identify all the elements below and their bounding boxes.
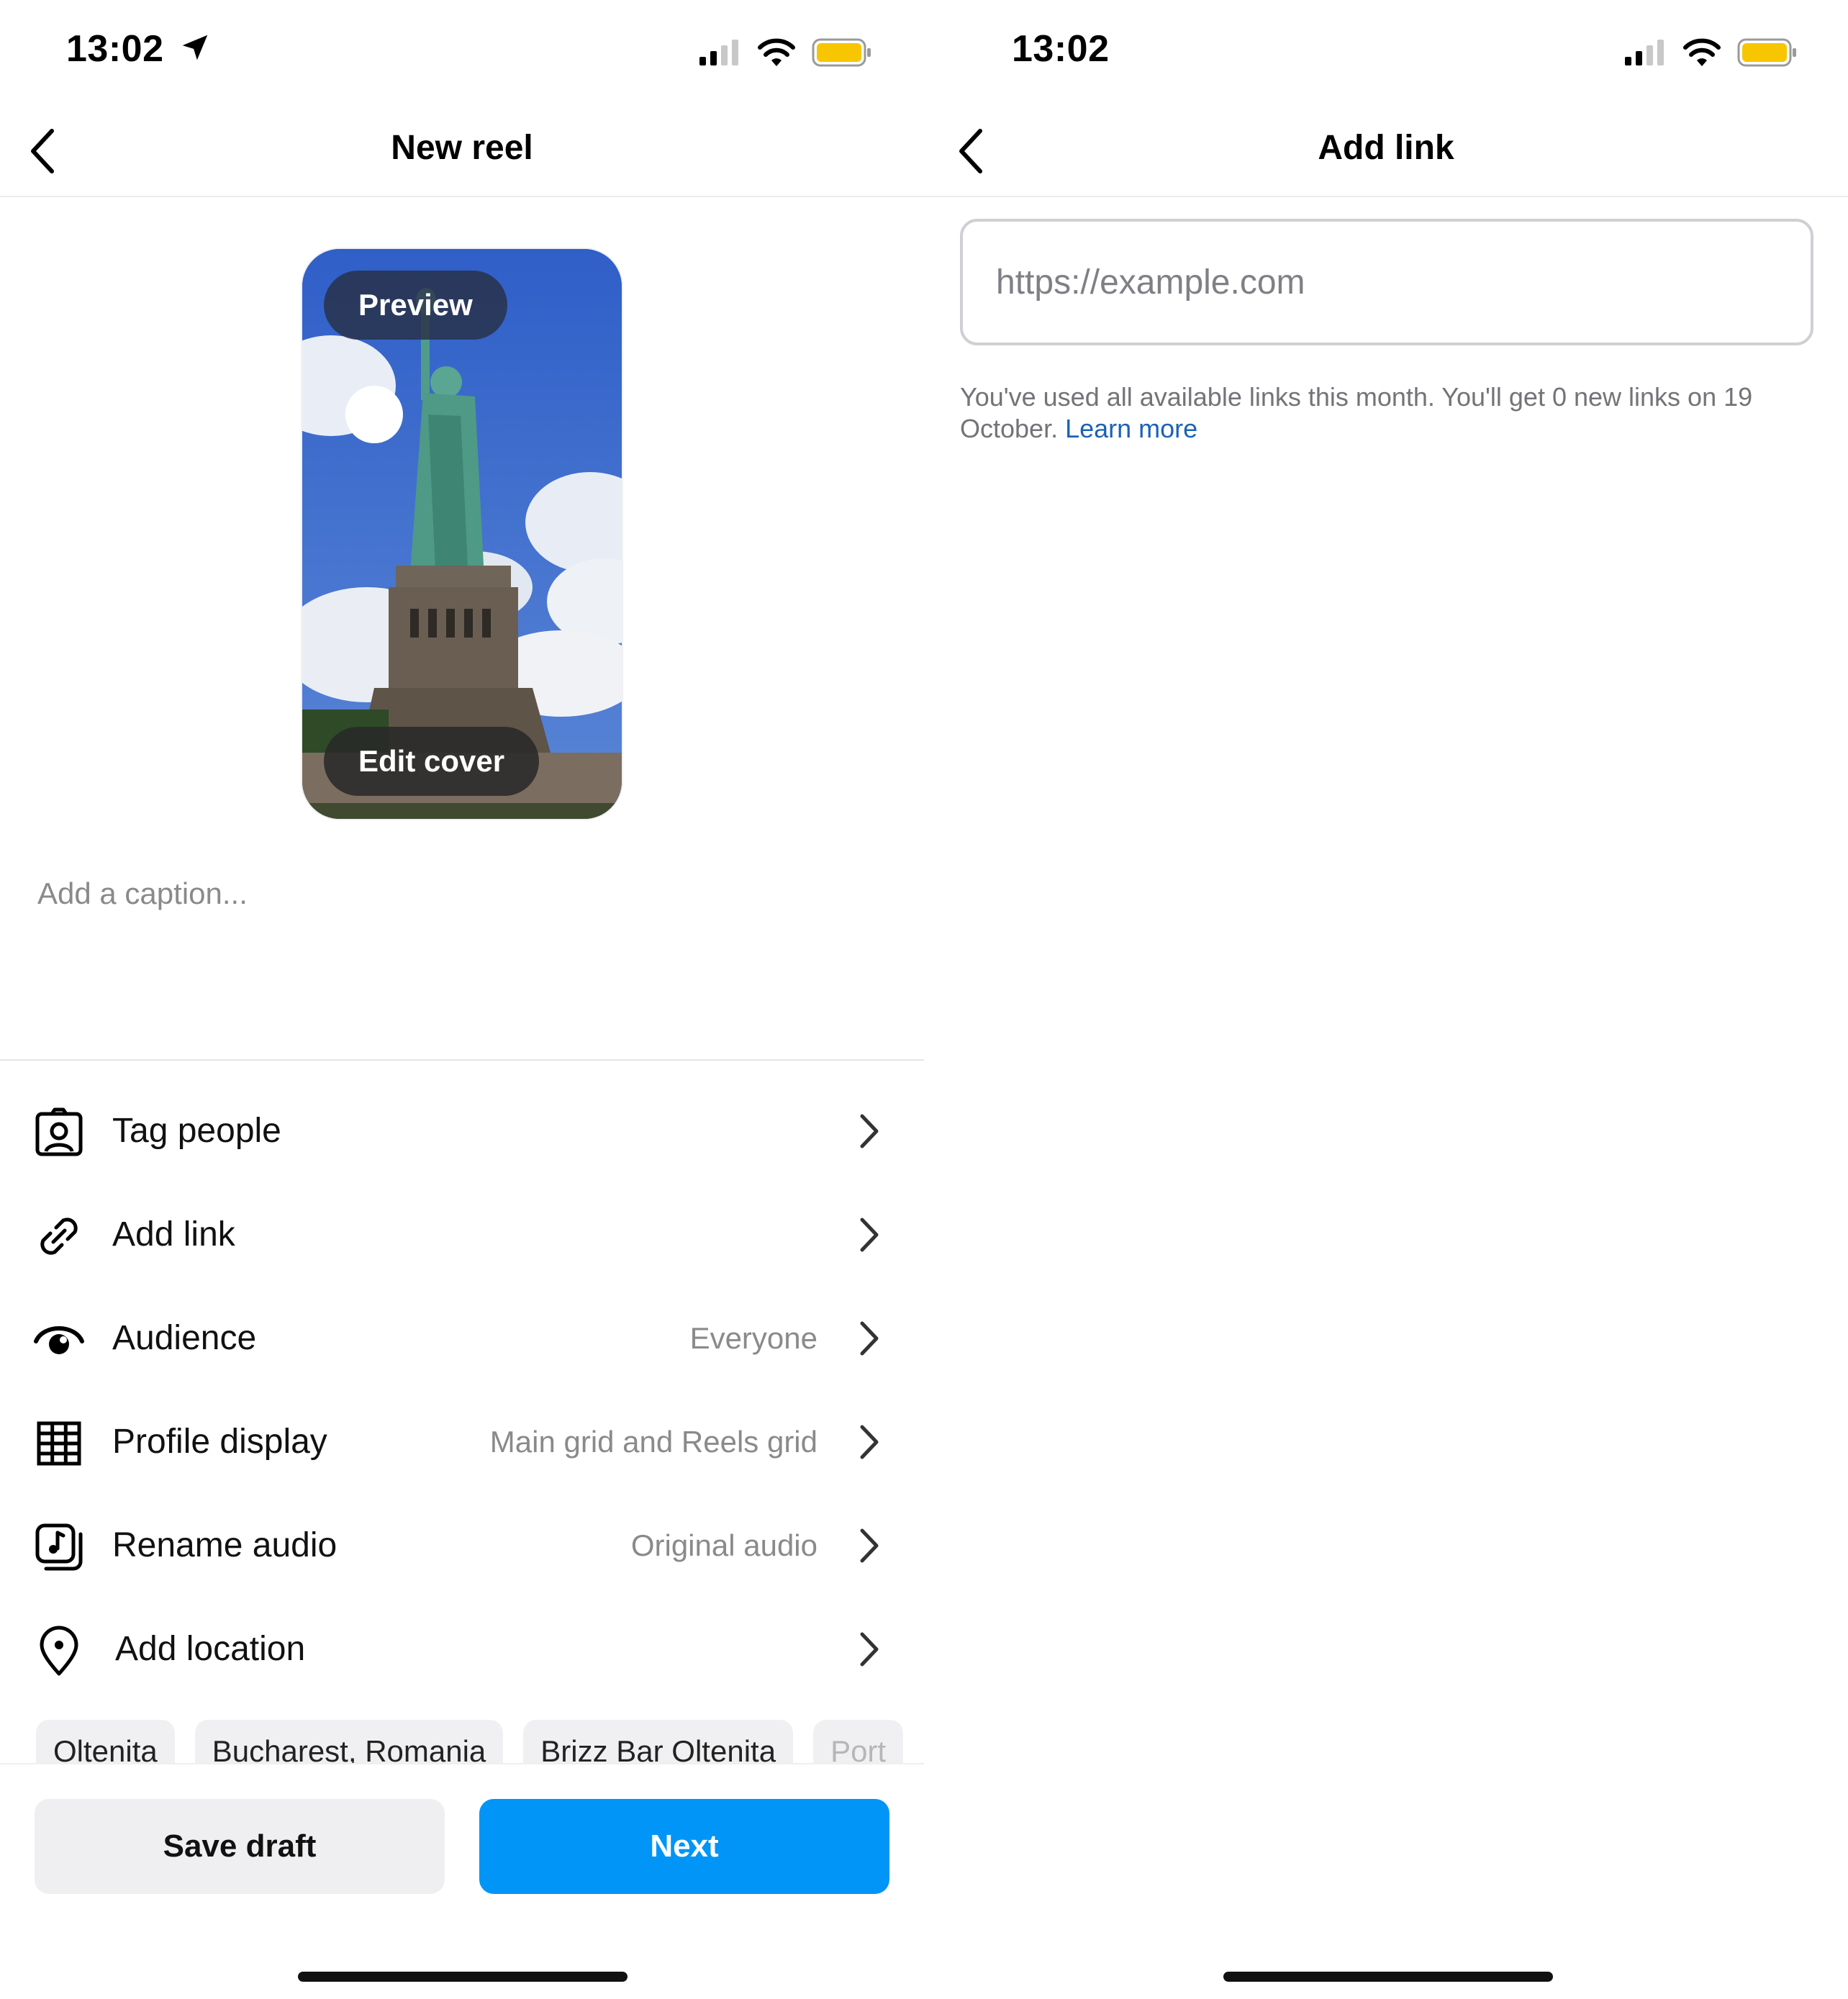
edit-cover-button[interactable]: Edit cover — [324, 727, 540, 796]
location-arrow-icon — [183, 35, 208, 60]
option-tag-people[interactable]: Tag people — [0, 1079, 924, 1183]
location-chip[interactable]: Bucharest, Romania — [194, 1720, 504, 1763]
status-icons — [698, 36, 872, 69]
page-title: New reel — [391, 129, 533, 167]
chevron-right-icon — [855, 1419, 884, 1465]
add-link-screen: 13:02 Add link You've used all available… — [924, 0, 1848, 1999]
chevron-right-icon — [855, 1626, 884, 1672]
option-label: Profile display — [112, 1423, 327, 1461]
chevron-right-icon — [855, 1108, 884, 1154]
cellular-signal-icon — [1625, 40, 1664, 65]
chevron-right-icon — [855, 1212, 884, 1258]
option-profile-display[interactable]: Profile display Main grid and Reels grid — [0, 1390, 924, 1494]
url-field[interactable] — [960, 219, 1813, 345]
grid-icon — [33, 1418, 85, 1469]
option-value: Original audio — [630, 1528, 817, 1562]
option-label: Rename audio — [112, 1526, 338, 1564]
option-value: Everyone — [689, 1321, 817, 1355]
home-indicator — [1223, 1972, 1553, 1982]
preview-button[interactable]: Preview — [324, 271, 507, 340]
option-audience[interactable]: Audience Everyone — [0, 1287, 924, 1390]
status-time-text: 13:02 — [66, 28, 164, 70]
battery-icon — [812, 38, 871, 67]
location-suggestions: Oltenita Bucharest, Romania Brizz Bar Olte… — [36, 1720, 924, 1763]
top-nav: Add link — [924, 108, 1848, 197]
next-button[interactable]: Next — [479, 1799, 889, 1894]
status-time: 13:02 — [66, 27, 212, 71]
option-label: Add link — [112, 1215, 235, 1254]
caption-input[interactable]: Add a caption... — [37, 876, 248, 911]
top-nav: New reel — [0, 108, 924, 197]
url-input[interactable] — [996, 222, 1780, 343]
bottom-action-bar: Save draft Next — [0, 1763, 924, 1907]
home-indicator — [298, 1972, 628, 1982]
chevron-right-icon — [855, 1523, 884, 1569]
location-chip[interactable]: Brizz Bar Oltenita — [523, 1720, 794, 1763]
option-value: Main grid and Reels grid — [489, 1425, 817, 1459]
tag-people-icon — [33, 1107, 85, 1159]
option-add-link[interactable]: Add link — [0, 1183, 924, 1287]
battery-icon — [1737, 38, 1796, 67]
option-label: Add location — [115, 1630, 306, 1668]
page-title: Add link — [1318, 129, 1454, 167]
option-label: Audience — [112, 1319, 257, 1357]
cellular-signal-icon — [699, 40, 738, 65]
learn-more-link[interactable]: Learn more — [1065, 414, 1197, 443]
new-reel-screen: 13:02 New reel Preview Edit cover Add a … — [0, 0, 924, 1999]
option-label: Tag people — [112, 1112, 281, 1150]
audio-icon — [33, 1521, 85, 1573]
link-limit-notice: You've used all available links this mon… — [960, 381, 1816, 445]
reel-cover-thumbnail[interactable]: Preview Edit cover — [302, 249, 622, 819]
location-chip[interactable]: Oltenita — [36, 1720, 175, 1763]
option-rename-audio[interactable]: Rename audio Original audio — [0, 1494, 924, 1597]
location-chip[interactable]: Port — [813, 1720, 904, 1763]
status-time: 13:02 — [1012, 28, 1110, 70]
chevron-right-icon — [855, 1315, 884, 1361]
divider — [0, 1059, 924, 1061]
link-icon — [33, 1210, 85, 1262]
save-draft-button[interactable]: Save draft — [35, 1799, 445, 1894]
wifi-icon — [1683, 38, 1721, 66]
wifi-icon — [758, 38, 795, 66]
audience-eye-icon — [33, 1314, 85, 1366]
location-pin-icon — [33, 1625, 85, 1677]
option-add-location[interactable]: Add location — [0, 1597, 924, 1701]
status-icons — [1623, 36, 1798, 69]
